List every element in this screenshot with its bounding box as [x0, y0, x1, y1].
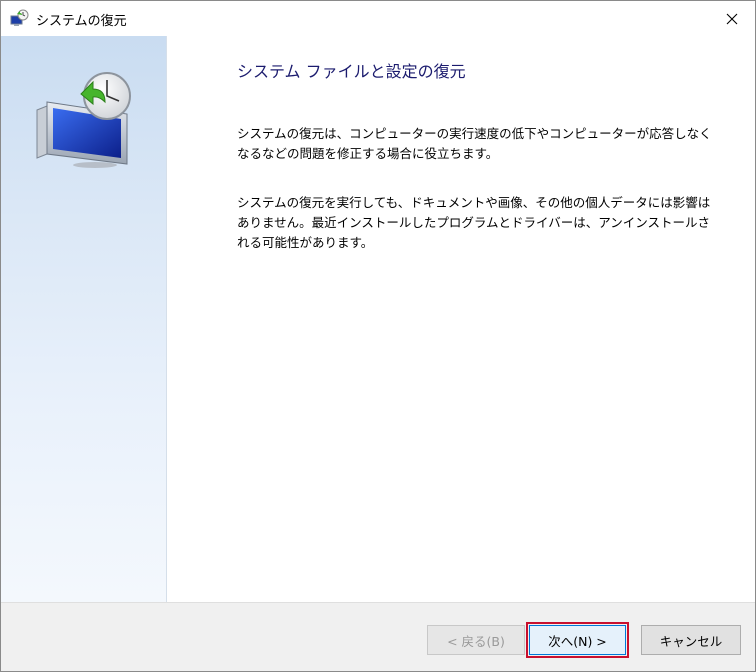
close-button[interactable]	[709, 1, 755, 36]
back-button: < 戻る(B)	[427, 625, 525, 655]
page-title: システム ファイルと設定の復元	[237, 62, 466, 81]
system-restore-monitor-clock-icon	[31, 68, 141, 168]
window-title: システムの復元	[36, 14, 127, 29]
next-button[interactable]: 次へ(N) >	[526, 622, 629, 658]
cancel-button[interactable]: キャンセル	[641, 625, 741, 655]
description-paragraph-2: システムの復元を実行しても、ドキュメントや画像、その他の個人データには影響はあり…	[237, 195, 711, 250]
title-bar[interactable]: システムの復元	[1, 1, 755, 36]
close-icon	[726, 13, 738, 24]
wizard-footer: < 戻る(B) 次へ(N) > キャンセル	[1, 602, 755, 671]
description-paragraph-1: システムの復元は、コンピューターの実行速度の低下やコンピューターが応答しなくなる…	[237, 126, 712, 161]
wizard-sidebar	[1, 36, 167, 602]
system-restore-icon	[10, 9, 30, 29]
system-restore-window: システムの復元 システム ファイルと設定の復元 システムの復元は、コンピューター…	[0, 0, 756, 672]
wizard-content: システム ファイルと設定の復元 システムの復元は、コンピューターの実行速度の低下…	[167, 36, 755, 602]
